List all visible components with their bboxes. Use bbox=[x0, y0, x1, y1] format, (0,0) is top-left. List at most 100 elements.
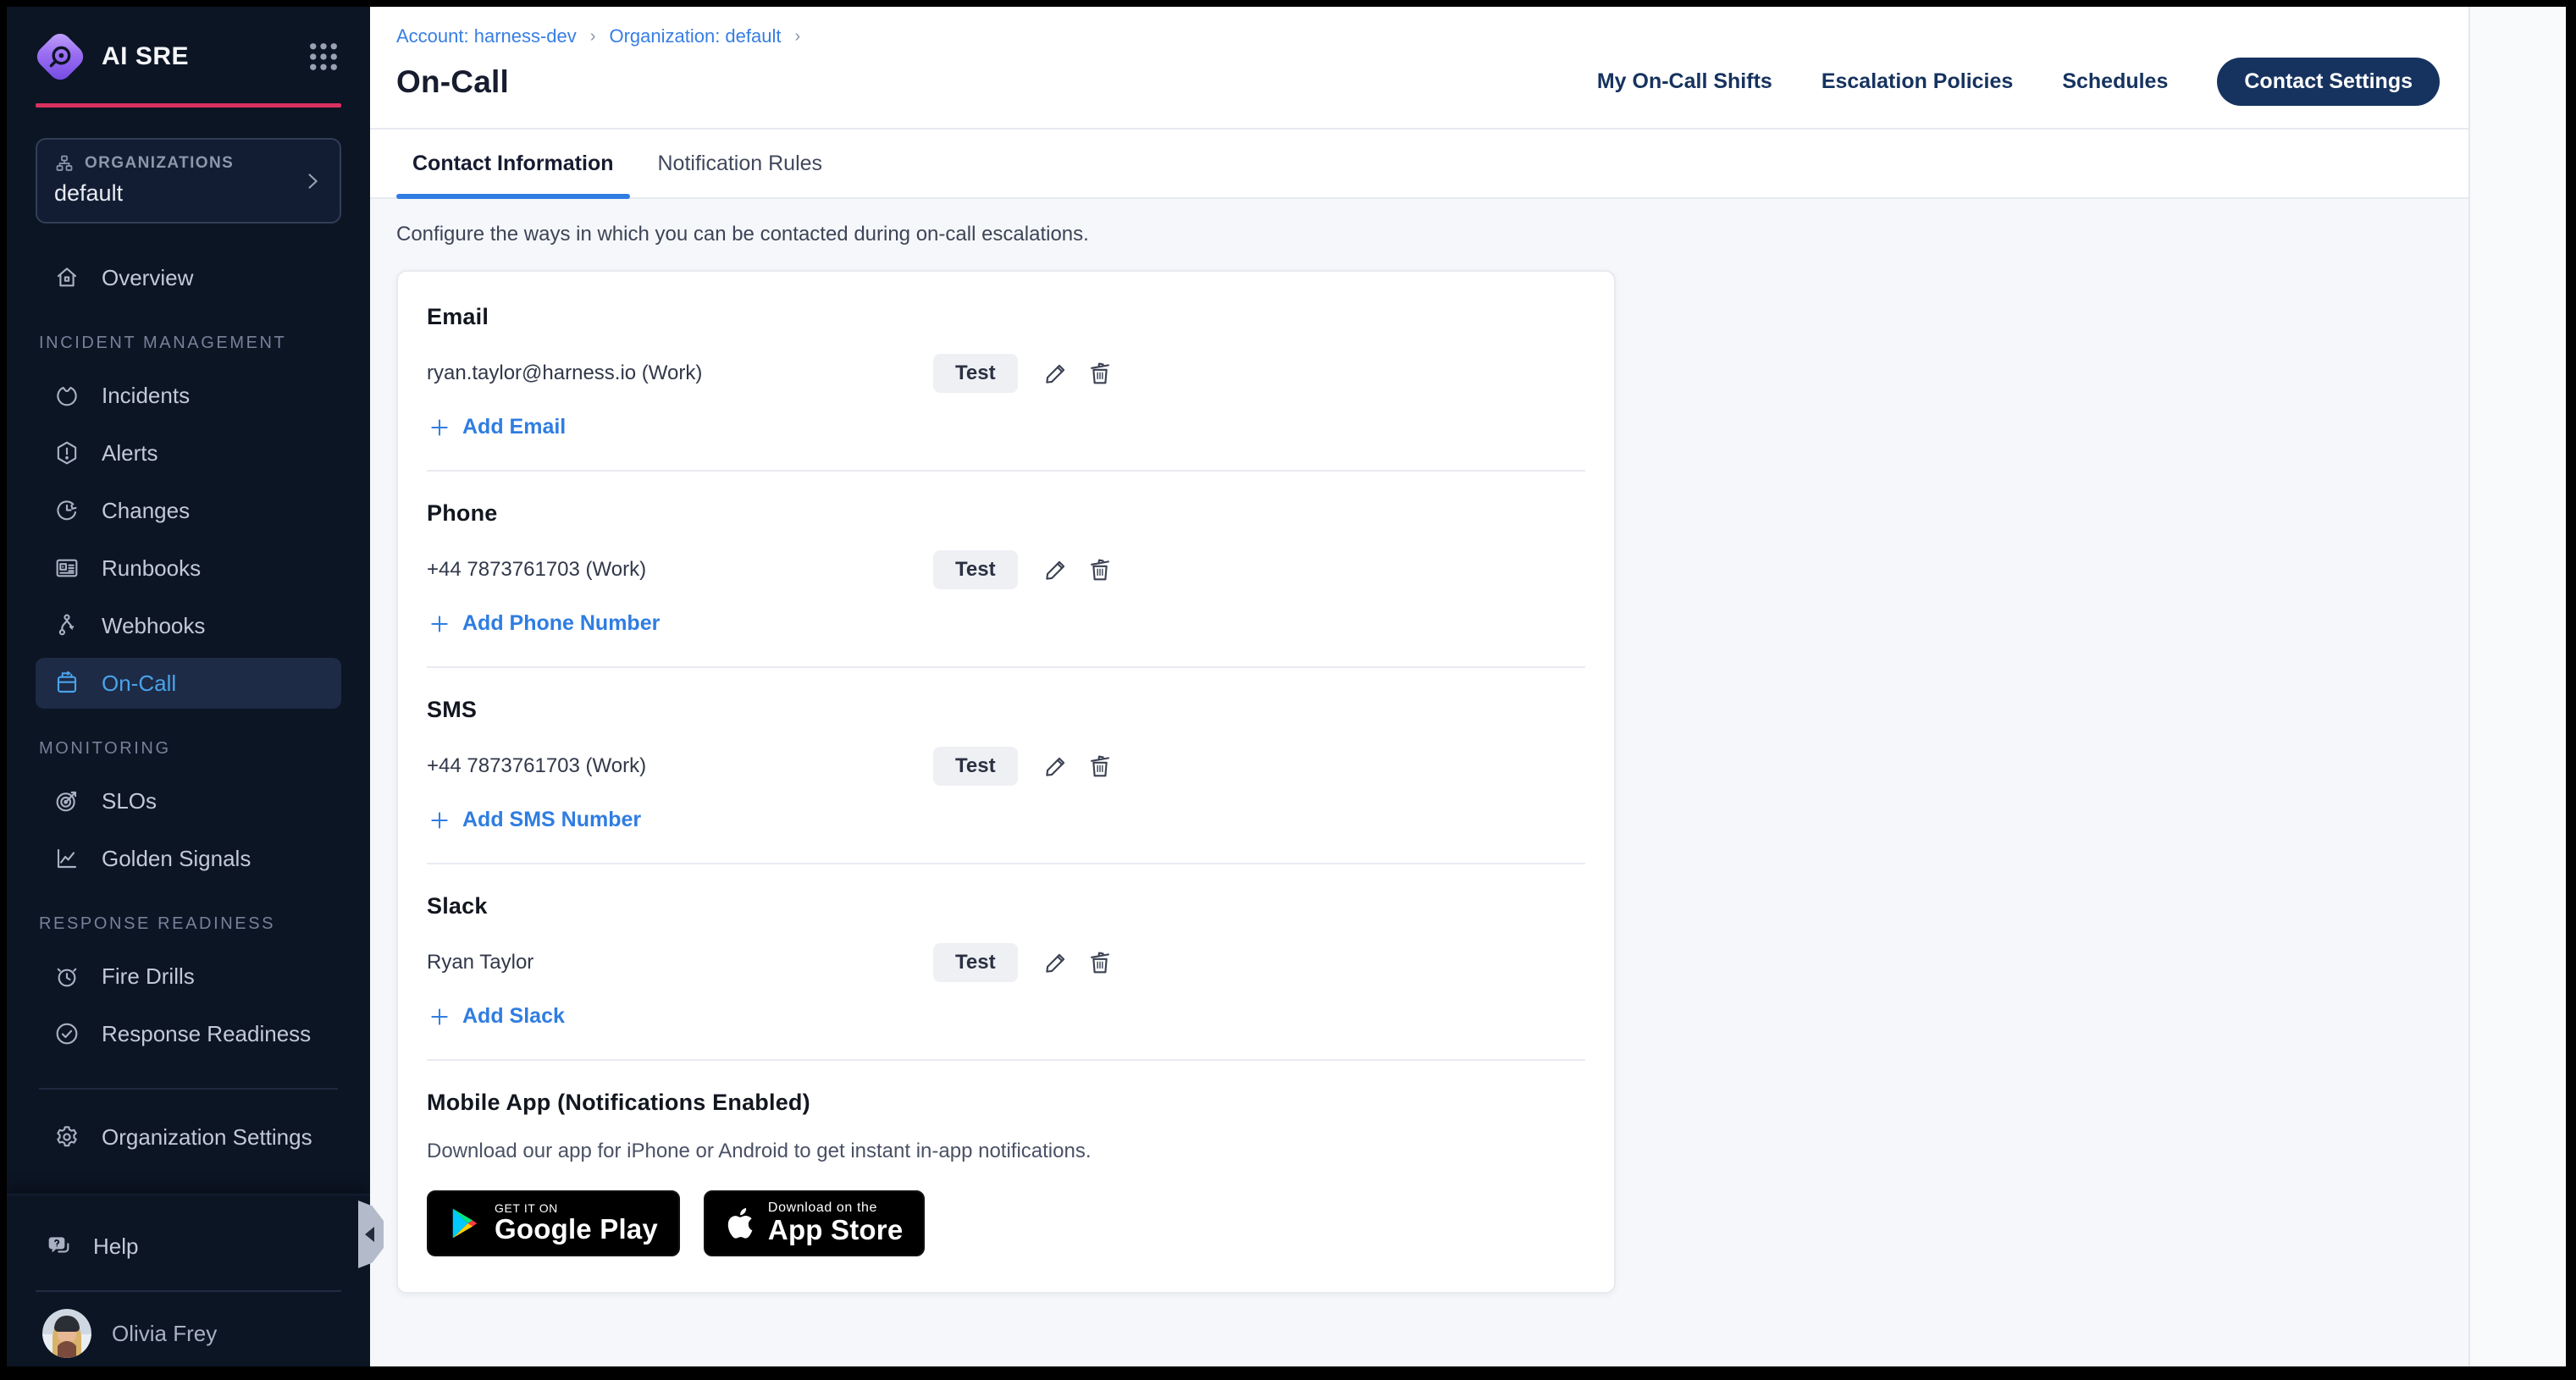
sidebar-item-label: SLOs bbox=[102, 788, 157, 814]
tab-bar: Contact Information Notification Rules bbox=[370, 130, 2468, 199]
breadcrumb: Account: harness-dev › Organization: def… bbox=[396, 25, 2440, 47]
slack-delete-button[interactable] bbox=[1086, 948, 1114, 977]
sms-edit-button[interactable] bbox=[1042, 752, 1070, 781]
sms-heading: SMS bbox=[427, 697, 1585, 723]
user-menu[interactable]: Olivia Frey bbox=[36, 1292, 341, 1366]
phone-test-button[interactable]: Test bbox=[933, 550, 1018, 589]
sidebar-item-help[interactable]: Help bbox=[36, 1221, 341, 1272]
breadcrumb-account-link[interactable]: Account: harness-dev bbox=[396, 25, 577, 47]
brand-title: AI SRE bbox=[102, 42, 189, 71]
brand-divider bbox=[36, 103, 341, 108]
trash-icon bbox=[1086, 359, 1114, 388]
pencil-icon bbox=[1042, 752, 1070, 781]
tab-notification-rules[interactable]: Notification Rules bbox=[642, 130, 839, 197]
apple-icon bbox=[726, 1206, 755, 1240]
plus-icon bbox=[428, 1006, 451, 1028]
slack-heading: Slack bbox=[427, 893, 1585, 919]
sidebar-item-label: Alerts bbox=[102, 440, 158, 466]
phone-section: Phone +44 7873761703 (Work) Test bbox=[427, 500, 1585, 668]
content-area: Configure the ways in which you can be c… bbox=[370, 199, 2468, 1366]
line-chart-icon bbox=[53, 844, 81, 873]
target-icon bbox=[53, 787, 81, 815]
sidebar-item-label: Response Readiness bbox=[102, 1021, 311, 1047]
section-divider bbox=[427, 470, 1585, 472]
sms-test-button[interactable]: Test bbox=[933, 747, 1018, 786]
sidebar-item-slos[interactable]: SLOs bbox=[36, 776, 341, 826]
nav-my-oncall-shifts[interactable]: My On-Call Shifts bbox=[1597, 69, 1772, 94]
email-edit-button[interactable] bbox=[1042, 359, 1070, 388]
nav-schedules[interactable]: Schedules bbox=[2062, 69, 2168, 94]
sidebar-item-label: Webhooks bbox=[102, 613, 205, 639]
ai-sre-logo-icon bbox=[36, 32, 85, 81]
sidebar-item-golden-signals[interactable]: Golden Signals bbox=[36, 833, 341, 884]
header-nav: My On-Call Shifts Escalation Policies Sc… bbox=[1597, 58, 2440, 106]
trash-icon bbox=[1086, 752, 1114, 781]
pencil-icon bbox=[1042, 555, 1070, 584]
nav-escalation-policies[interactable]: Escalation Policies bbox=[1821, 69, 2014, 94]
badge-store-name: Google Play bbox=[495, 1215, 658, 1245]
phone-row: +44 7873761703 (Work) Test bbox=[427, 550, 1585, 589]
email-heading: Email bbox=[427, 304, 1585, 330]
sms-delete-button[interactable] bbox=[1086, 752, 1114, 781]
sidebar-item-alerts[interactable]: Alerts bbox=[36, 428, 341, 478]
google-play-badge[interactable]: GET IT ON Google Play bbox=[427, 1190, 680, 1256]
section-divider bbox=[427, 863, 1585, 864]
sidebar-item-label: Overview bbox=[102, 265, 193, 291]
nav-contact-settings-button[interactable]: Contact Settings bbox=[2217, 58, 2440, 106]
add-email-link[interactable]: Add Email bbox=[428, 415, 566, 439]
add-sms-link[interactable]: Add SMS Number bbox=[428, 808, 641, 832]
mobile-app-section: Mobile App (Notifications Enabled) Downl… bbox=[427, 1090, 1585, 1256]
sidebar-item-oncall[interactable]: On-Call bbox=[36, 658, 341, 709]
sidebar-menu: Overview INCIDENT MANAGEMENT Incidents bbox=[36, 249, 341, 1166]
alert-hexagon-icon bbox=[53, 439, 81, 467]
mobile-app-heading: Mobile App (Notifications Enabled) bbox=[427, 1090, 1585, 1116]
webhook-icon bbox=[53, 611, 81, 640]
group-label-response-readiness: RESPONSE READINESS bbox=[39, 914, 341, 934]
avatar bbox=[42, 1309, 91, 1358]
gear-icon bbox=[53, 1123, 81, 1151]
phone-edit-button[interactable] bbox=[1042, 555, 1070, 584]
chevron-right-icon bbox=[301, 169, 324, 193]
plus-icon bbox=[428, 417, 451, 439]
sidebar-item-response-readiness[interactable]: Response Readiness bbox=[36, 1008, 341, 1059]
trash-icon bbox=[1086, 948, 1114, 977]
sidebar-item-fire-drills[interactable]: Fire Drills bbox=[36, 951, 341, 1002]
email-delete-button[interactable] bbox=[1086, 359, 1114, 388]
main-area: Account: harness-dev › Organization: def… bbox=[370, 7, 2468, 1366]
brand-row: AI SRE bbox=[36, 7, 341, 81]
slack-test-button[interactable]: Test bbox=[933, 943, 1018, 982]
sidebar-item-overview[interactable]: Overview bbox=[36, 252, 341, 303]
history-icon bbox=[53, 496, 81, 525]
app-store-badge[interactable]: Download on the App Store bbox=[704, 1190, 925, 1256]
scroll-gutter[interactable] bbox=[2468, 7, 2566, 1366]
tab-contact-information[interactable]: Contact Information bbox=[396, 130, 630, 197]
sidebar-item-organization-settings[interactable]: Organization Settings bbox=[36, 1112, 341, 1162]
sms-value: +44 7873761703 (Work) bbox=[427, 754, 933, 778]
section-divider bbox=[427, 1059, 1585, 1061]
breadcrumb-org-link[interactable]: Organization: default bbox=[609, 25, 781, 47]
add-slack-link[interactable]: Add Slack bbox=[428, 1004, 565, 1029]
organization-selector[interactable]: ORGANIZATIONS default bbox=[36, 138, 341, 224]
sidebar-item-webhooks[interactable]: Webhooks bbox=[36, 600, 341, 651]
add-phone-link[interactable]: Add Phone Number bbox=[428, 611, 660, 636]
apps-grid-icon[interactable] bbox=[306, 39, 341, 75]
sidebar-item-label: Changes bbox=[102, 498, 190, 524]
google-play-icon bbox=[449, 1206, 481, 1241]
email-section: Email ryan.taylor@harness.io (Work) Test bbox=[427, 304, 1585, 472]
sidebar-item-runbooks[interactable]: Runbooks bbox=[36, 543, 341, 593]
sidebar-item-label: On-Call bbox=[102, 671, 176, 697]
sidebar-item-label: Help bbox=[93, 1234, 138, 1260]
pencil-icon bbox=[1042, 359, 1070, 388]
sidebar-item-label: Fire Drills bbox=[102, 963, 195, 990]
sidebar-item-changes[interactable]: Changes bbox=[36, 485, 341, 536]
slack-section: Slack Ryan Taylor Test bbox=[427, 893, 1585, 1061]
sidebar-item-incidents[interactable]: Incidents bbox=[36, 370, 341, 421]
email-test-button[interactable]: Test bbox=[933, 354, 1018, 393]
slack-edit-button[interactable] bbox=[1042, 948, 1070, 977]
phone-delete-button[interactable] bbox=[1086, 555, 1114, 584]
contact-information-card: Email ryan.taylor@harness.io (Work) Test bbox=[396, 270, 1616, 1294]
phone-value: +44 7873761703 (Work) bbox=[427, 558, 933, 582]
stopwatch-icon bbox=[53, 962, 81, 991]
home-icon bbox=[53, 263, 81, 292]
screenshot-frame: AI SRE bbox=[0, 0, 2576, 1380]
